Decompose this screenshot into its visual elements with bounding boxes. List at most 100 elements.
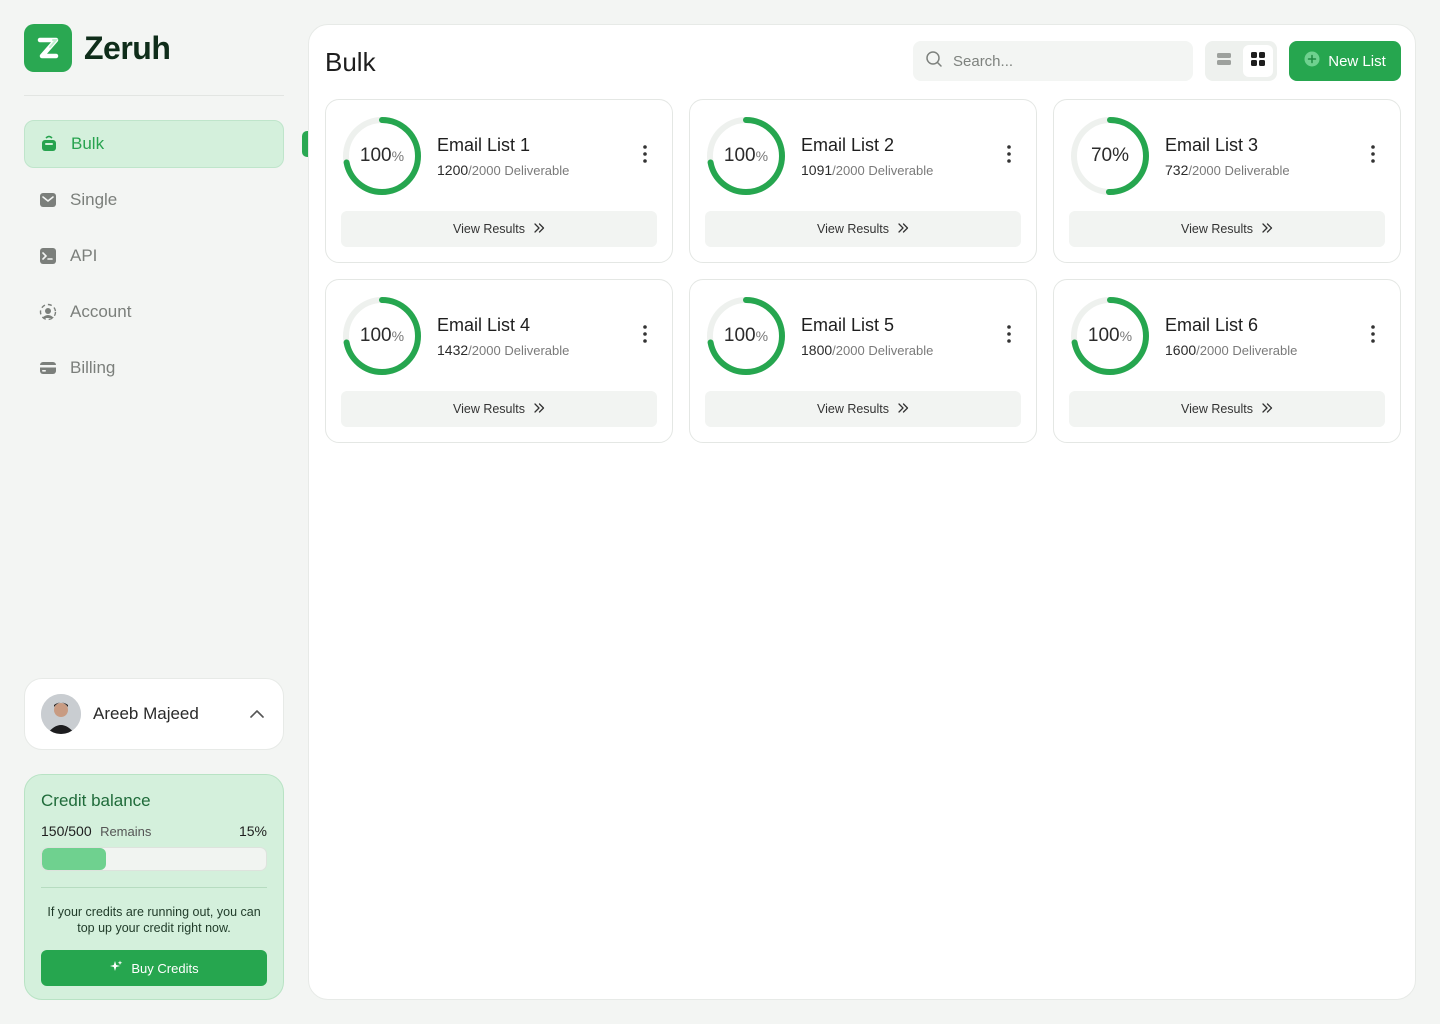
more-options-button[interactable] [633, 324, 657, 348]
credit-used: 150 [41, 823, 65, 839]
progress-unit: % [391, 148, 405, 164]
more-options-button[interactable] [1361, 144, 1385, 168]
progress-value: 100 [723, 325, 756, 346]
view-results-button[interactable]: View Results [705, 391, 1021, 427]
view-results-label: View Results [816, 222, 890, 236]
progress-value: 100 [723, 145, 756, 166]
sidebar-item-single[interactable]: Single [24, 176, 284, 224]
email-list-card: 100% Email List 1 1200/2000 Deliverable … [325, 99, 673, 263]
deliverable-count: 1432 [437, 341, 469, 358]
credit-percent: 15% [238, 823, 267, 839]
more-options-button[interactable] [997, 144, 1021, 168]
new-list-button[interactable]: New List [1289, 41, 1401, 81]
more-options-button[interactable] [1361, 324, 1385, 348]
buy-credits-label: Buy Credits [131, 960, 199, 976]
progress-value: 100 [359, 145, 392, 166]
list-total: /2000 [832, 342, 865, 358]
list-stats: 1432/2000 Deliverable [437, 342, 633, 358]
view-results-label: View Results [452, 402, 526, 416]
search-box [913, 41, 1193, 81]
view-results-button[interactable]: View Results [705, 211, 1021, 247]
main-panel: Bulk New List [308, 24, 1416, 1000]
search-input[interactable] [953, 52, 1173, 70]
credit-total: /500 [64, 823, 92, 839]
progress-label: 100% [705, 295, 787, 377]
deliverable-count: 1091 [801, 161, 833, 178]
avatar [41, 694, 81, 734]
terminal-icon [38, 246, 58, 266]
view-toggle [1205, 41, 1277, 81]
kebab-icon [1007, 324, 1011, 348]
app-name: Zeruh [84, 29, 171, 66]
grid-view-button[interactable] [1243, 45, 1273, 77]
progress-ring: 100% [341, 115, 423, 197]
view-results-label: View Results [816, 402, 890, 416]
progress-value: 100 [359, 325, 392, 346]
credit-usage-row: 150/500 Remains 15% [41, 823, 267, 841]
double-chevron-right-icon [897, 402, 909, 417]
status-label: Deliverable [868, 342, 934, 358]
list-name: Email List 1 [437, 134, 531, 155]
page-title: Bulk [325, 47, 376, 77]
sidebar-item-bulk[interactable]: Bulk [24, 120, 284, 168]
view-results-button[interactable]: View Results [1069, 391, 1385, 427]
list-stats: 732/2000 Deliverable [1165, 162, 1361, 178]
sidebar-divider [24, 95, 284, 96]
list-stats: 1091/2000 Deliverable [801, 162, 997, 178]
credit-divider [41, 887, 267, 888]
email-list-card: 70% Email List 3 732/2000 Deliverable Vi… [1053, 99, 1401, 263]
sidebar-item-label: Account [70, 302, 132, 321]
more-options-button[interactable] [633, 144, 657, 168]
progress-unit: % [1119, 328, 1133, 344]
view-results-button[interactable]: View Results [1069, 211, 1385, 247]
kebab-icon [1371, 144, 1375, 168]
list-name: Email List 3 [1165, 134, 1259, 155]
progress-label: 100% [1069, 295, 1151, 377]
credit-progress-fill [42, 848, 106, 870]
credit-balance-panel: Credit balance 150/500 Remains 15% If yo… [24, 774, 284, 1000]
list-view-button[interactable] [1209, 45, 1239, 77]
card-icon [38, 358, 58, 378]
list-stats: 1600/2000 Deliverable [1165, 342, 1361, 358]
kebab-icon [643, 144, 647, 168]
buy-credits-button[interactable]: Buy Credits [41, 950, 267, 986]
app-logo: Zeruh [24, 24, 171, 72]
bucket-icon [39, 134, 59, 154]
sidebar-item-billing[interactable]: Billing [24, 344, 284, 392]
deliverable-count: 1600 [1165, 341, 1197, 358]
sparkle-icon [109, 960, 123, 977]
user-name: Areeb Majeed [93, 704, 199, 723]
user-menu[interactable]: Areeb Majeed [24, 678, 284, 750]
status-label: Deliverable [868, 162, 934, 178]
chevron-up-icon[interactable] [247, 704, 267, 724]
list-total: /2000 [1188, 162, 1221, 178]
progress-unit: % [391, 328, 405, 344]
plus-circle-icon [1304, 51, 1320, 71]
list-name: Email List 2 [801, 134, 895, 155]
email-list-card: 100% Email List 4 1432/2000 Deliverable … [325, 279, 673, 443]
sidebar-item-account[interactable]: Account [24, 288, 284, 336]
email-list-card: 100% Email List 2 1091/2000 Deliverable … [689, 99, 1037, 263]
view-results-button[interactable]: View Results [341, 211, 657, 247]
list-name: Email List 4 [437, 314, 531, 335]
double-chevron-right-icon [533, 222, 545, 237]
view-results-button[interactable]: View Results [341, 391, 657, 427]
double-chevron-right-icon [1261, 402, 1273, 417]
double-chevron-right-icon [1261, 222, 1273, 237]
deliverable-count: 732 [1165, 161, 1189, 178]
list-total: /2000 [468, 342, 501, 358]
more-options-button[interactable] [997, 324, 1021, 348]
status-label: Deliverable [504, 342, 570, 358]
progress-label: 100% [705, 115, 787, 197]
email-list-card: 100% Email List 5 1800/2000 Deliverable … [689, 279, 1037, 443]
status-label: Deliverable [504, 162, 570, 178]
credit-message: If your credits are running out, you can… [47, 905, 261, 935]
sidebar-item-api[interactable]: API [24, 232, 284, 280]
credit-progress-bar [41, 847, 267, 871]
progress-unit: % [755, 148, 769, 164]
view-results-label: View Results [452, 222, 526, 236]
mail-icon [38, 190, 58, 210]
search-icon [925, 50, 943, 73]
list-stats: 1200/2000 Deliverable [437, 162, 633, 178]
sidebar-item-label: API [70, 246, 98, 265]
